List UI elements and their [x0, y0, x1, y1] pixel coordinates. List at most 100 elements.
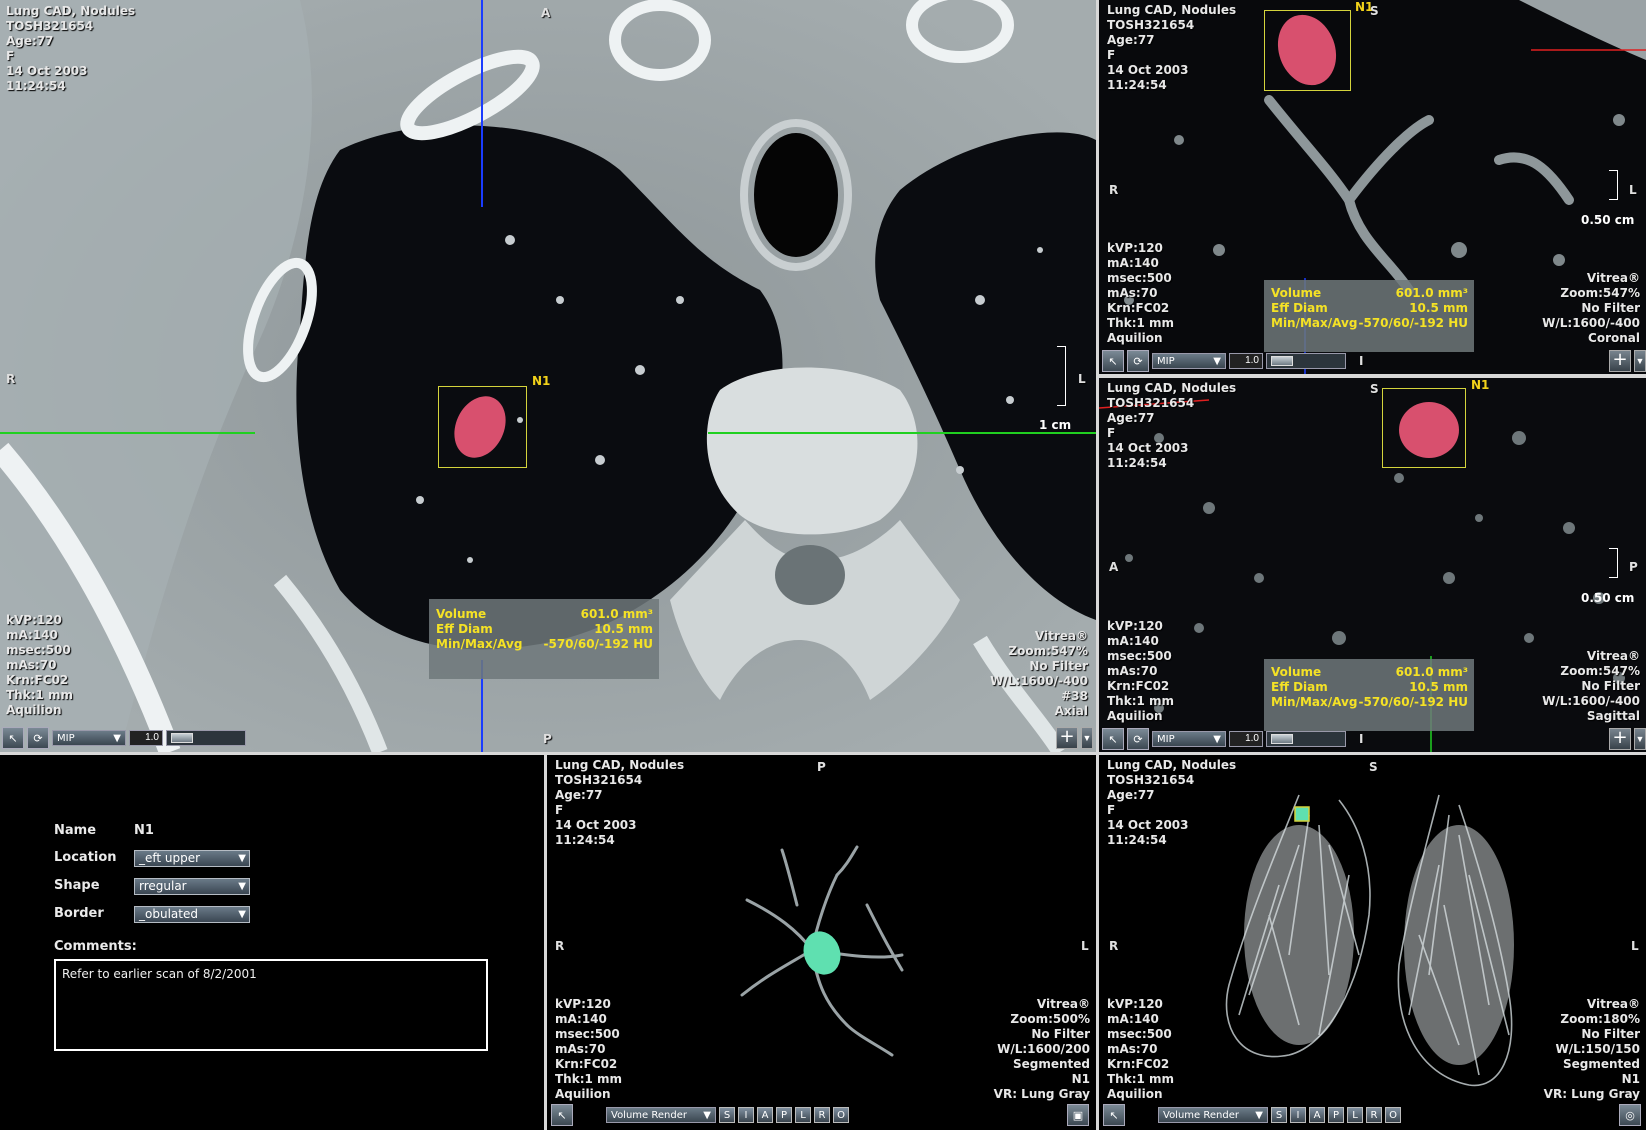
display-info: Vitrea® Zoom:500% No Filter W/L:1600/200 Se… [993, 997, 1090, 1101]
view-a-button[interactable]: A [757, 1107, 773, 1123]
orientation-left: R [6, 372, 16, 386]
coronal-viewport[interactable]: N1 Lung CAD, Nodules TOSH321654 Age:77 F 14… [1099, 0, 1646, 374]
vr-settings-button[interactable]: ◎ [1619, 1104, 1641, 1126]
view-r-button[interactable]: R [1366, 1107, 1382, 1123]
measurement-panel: Volume 601.0 mm³ Eff Diam 10.5 mm Min/Max/… [429, 599, 659, 679]
render-mode-select[interactable]: Volume Render ▼ [1158, 1107, 1268, 1123]
mpr-rotate-button[interactable]: ⟳ [1127, 728, 1149, 750]
render-mode-select[interactable]: MIP ▼ [1152, 731, 1226, 747]
divider-bottom-split [544, 755, 547, 1130]
axial-viewport[interactable]: N1 Lung CAD, Nodules TOSH321654 Age:77 F 14… [0, 0, 1096, 752]
slab-thickness-field[interactable]: 1.0 [129, 730, 163, 746]
nodule-label: N1 [1471, 378, 1490, 392]
orientation-right: L [1631, 939, 1639, 953]
orientation-bottom: I [1359, 354, 1364, 368]
layout-controls: + ▼ [1609, 727, 1646, 751]
pointer-tool-button[interactable]: ↖ [1103, 1104, 1125, 1126]
orientation-top: S [1370, 4, 1379, 18]
view-p-button[interactable]: P [1328, 1107, 1344, 1123]
nodule-bounding-box[interactable] [1382, 388, 1466, 468]
orientation-left: R [1109, 183, 1119, 197]
display-info: Vitrea® Zoom:547% No Filter W/L:1600/-400 C… [1542, 271, 1640, 345]
border-select[interactable]: _obulated ▼ [134, 906, 250, 923]
view-o-button[interactable]: O [1385, 1107, 1401, 1123]
view-menu-button[interactable]: ▼ [1634, 728, 1646, 750]
location-select[interactable]: _eft upper ▼ [134, 850, 250, 867]
vr-nodule-viewport[interactable]: Lung CAD, Nodules TOSH321654 Age:77 F 14 Oc… [547, 755, 1096, 1130]
shape-select[interactable]: rregular ▼ [134, 878, 250, 895]
acquisition-info: kVP:120 mA:140 msec:500 mAs:70 Krn:FC02 Thk:… [1107, 619, 1175, 723]
view-l-button[interactable]: L [795, 1107, 811, 1123]
vr-settings-button[interactable]: ▣ [1067, 1104, 1089, 1126]
slab-slider[interactable] [166, 730, 246, 746]
vr-lungs-toolbar: ↖ Volume Render ▼ S I A P L R O [1103, 1103, 1401, 1127]
orientation-bottom: P [543, 732, 552, 746]
acquisition-info: kVP:120 mA:140 msec:500 mAs:70 Krn:FC02 Thk:… [6, 613, 74, 717]
location-label: Location [54, 850, 117, 865]
view-i-button[interactable]: I [738, 1107, 754, 1123]
add-view-button[interactable]: + [1056, 727, 1078, 749]
pointer-tool-button[interactable]: ↖ [2, 727, 24, 749]
coronal-toolbar: ↖ ⟳ MIP ▼ 1.0 I [1102, 349, 1363, 373]
display-info: Vitrea® Zoom:180% No Filter W/L:150/150 Seg… [1543, 997, 1640, 1101]
vr-lungs-viewport[interactable]: Lung CAD, Nodules TOSH321654 Age:77 F 14 Oc… [1099, 755, 1646, 1130]
patient-info: Lung CAD, Nodules TOSH321654 Age:77 F 14 Oc… [1107, 3, 1237, 92]
display-info: Vitrea® Zoom:547% No Filter W/L:1600/-400 S… [1542, 649, 1640, 723]
pointer-tool-button[interactable]: ↖ [1102, 350, 1124, 372]
comments-label: Comments: [54, 939, 137, 954]
divider-vertical [1096, 0, 1099, 1130]
axial-toolbar: ↖ ⟳ MIP ▼ 1.0 [2, 726, 246, 750]
vr-nodule-toolbar: ↖ Volume Render ▼ S I A P L R O [551, 1103, 849, 1127]
sagittal-viewport[interactable]: N1 Lung CAD, Nodules TOSH321654 Age:77 F 14… [1099, 378, 1646, 752]
view-i-button[interactable]: I [1290, 1107, 1306, 1123]
mpr-rotate-button[interactable]: ⟳ [1127, 350, 1149, 372]
view-l-button[interactable]: L [1347, 1107, 1363, 1123]
scale-bar [1609, 548, 1618, 578]
patient-info: Lung CAD, Nodules TOSH321654 Age:77 F 14 Oc… [6, 4, 136, 93]
mpr-rotate-button[interactable]: ⟳ [27, 727, 49, 749]
view-r-button[interactable]: R [814, 1107, 830, 1123]
sagittal-toolbar: ↖ ⟳ MIP ▼ 1.0 I [1102, 727, 1363, 751]
view-s-button[interactable]: S [719, 1107, 735, 1123]
orientation-right: L [1078, 372, 1086, 386]
layout-controls: + ▼ [1056, 726, 1093, 750]
view-p-button[interactable]: P [776, 1107, 792, 1123]
scale-label: 1 cm [1039, 418, 1072, 432]
nodule-details-panel: Name N1 Location _eft upper ▼ Shape rregu… [0, 755, 544, 1130]
orientation-top: S [1369, 760, 1378, 774]
measurement-panel: Volume 601.0 mm³ Eff Diam 10.5 mm Min/Max/… [1264, 280, 1474, 352]
orientation-top: S [1370, 382, 1379, 396]
slab-slider[interactable] [1266, 731, 1346, 747]
render-mode-select[interactable]: MIP ▼ [52, 730, 126, 746]
chevron-down-icon: ▼ [238, 909, 246, 920]
name-label: Name [54, 823, 97, 838]
orientation-right: P [1629, 560, 1638, 574]
render-mode-select[interactable]: MIP ▼ [1152, 353, 1226, 369]
divider-horizontal [0, 752, 1646, 755]
view-menu-button[interactable]: ▼ [1634, 350, 1646, 372]
view-o-button[interactable]: O [833, 1107, 849, 1123]
patient-info: Lung CAD, Nodules TOSH321654 Age:77 F 14 Oc… [555, 758, 685, 847]
nodule-bounding-box[interactable] [438, 386, 527, 468]
slab-slider[interactable] [1266, 353, 1346, 369]
orientation-right: L [1629, 183, 1637, 197]
nodule-label: N1 [532, 374, 551, 388]
slab-thickness-field[interactable]: 1.0 [1229, 353, 1263, 369]
slab-thickness-field[interactable]: 1.0 [1229, 731, 1263, 747]
pointer-tool-button[interactable]: ↖ [551, 1104, 573, 1126]
add-view-button[interactable]: + [1609, 350, 1631, 372]
shape-label: Shape [54, 878, 100, 893]
view-s-button[interactable]: S [1271, 1107, 1287, 1123]
display-info: Vitrea® Zoom:547% No Filter W/L:1600/-400 #… [990, 629, 1088, 718]
comments-textarea[interactable]: Refer to earlier scan of 8/2/2001 [54, 959, 488, 1051]
add-view-button[interactable]: + [1609, 728, 1631, 750]
pointer-tool-button[interactable]: ↖ [1102, 728, 1124, 750]
divider-right-split [1099, 374, 1646, 378]
orientation-right: L [1081, 939, 1089, 953]
acquisition-info: kVP:120 mA:140 msec:500 mAs:70 Krn:FC02 Thk:… [555, 997, 623, 1101]
view-menu-button[interactable]: ▼ [1081, 727, 1093, 749]
view-a-button[interactable]: A [1309, 1107, 1325, 1123]
render-mode-select[interactable]: Volume Render ▼ [606, 1107, 716, 1123]
scale-bar [1057, 346, 1066, 406]
nodule-bounding-box[interactable] [1264, 10, 1351, 91]
